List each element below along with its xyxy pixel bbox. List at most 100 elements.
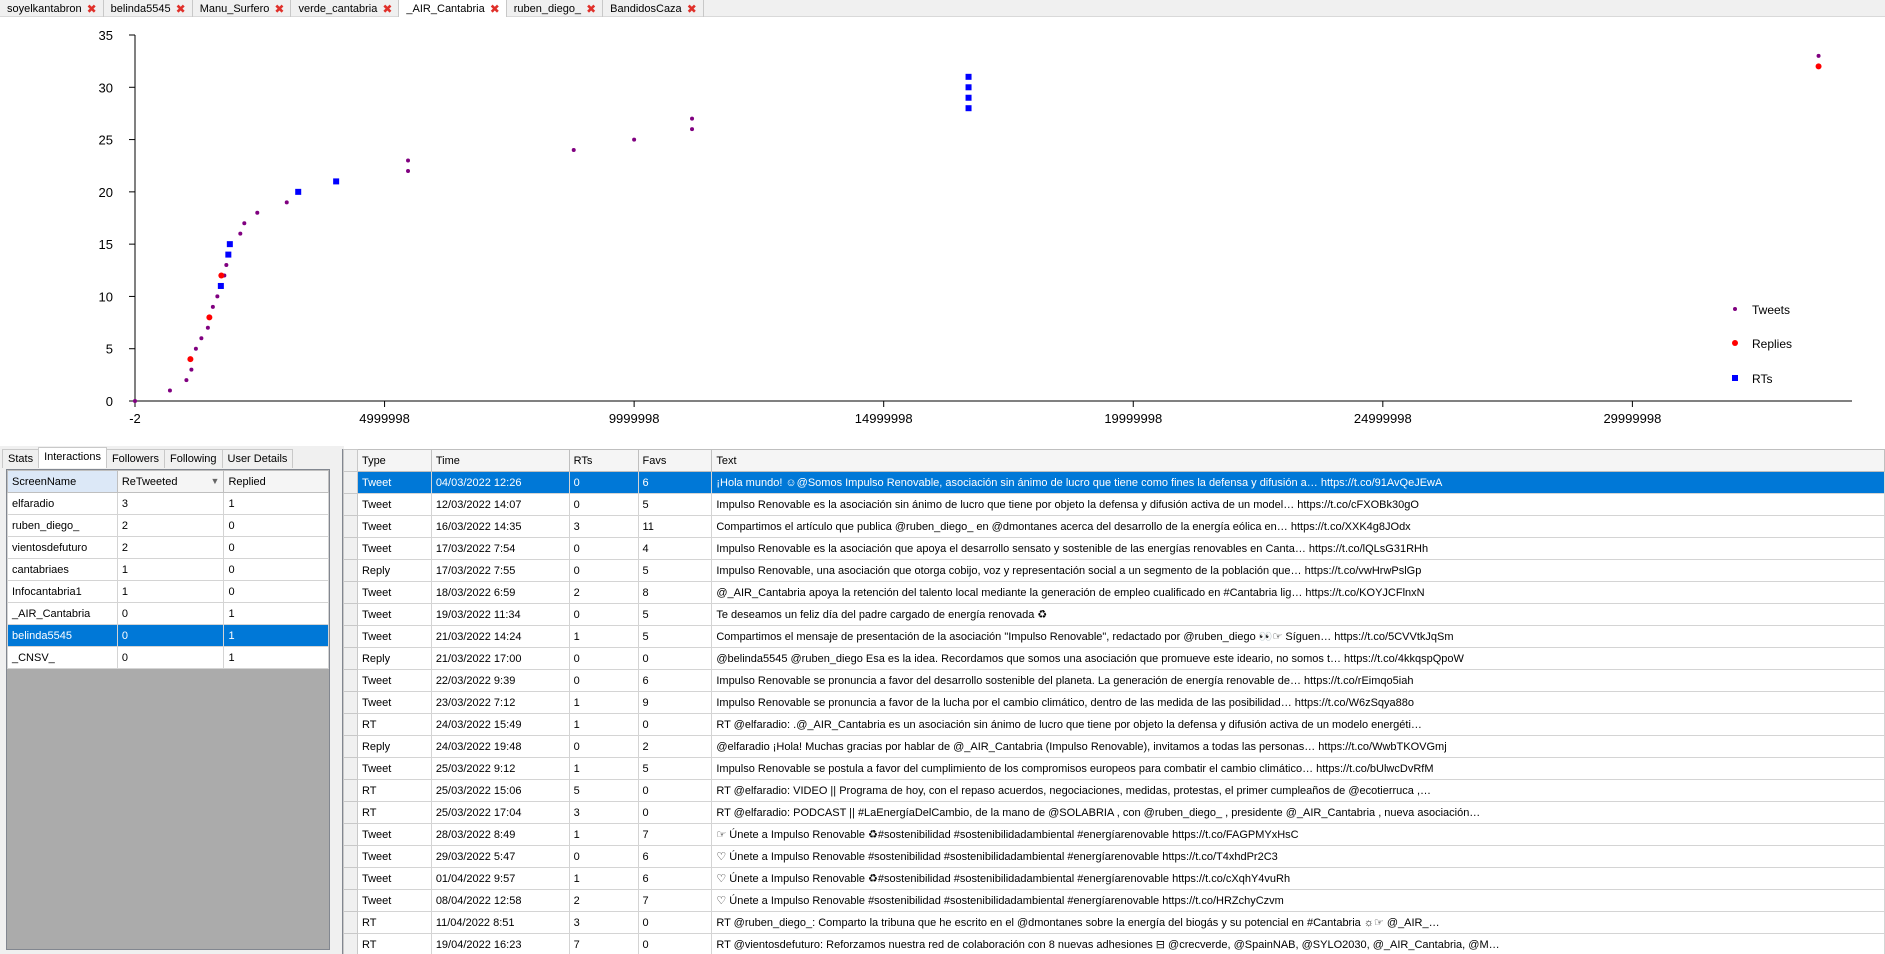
row-header[interactable] [343,779,358,802]
close-icon[interactable]: ✖ [586,3,596,15]
text-cell[interactable]: ♡ Únete a Impulso Renovable #sostenibili… [711,889,1885,912]
tweet-row[interactable]: Tweet 16/03/2022 14:35 3 11 Compartimos el a… [343,515,1885,538]
text-cell[interactable]: Impulso Renovable se pronuncia a favor d… [711,691,1885,714]
screenname-cell[interactable]: _AIR_Cantabria [7,602,118,625]
text-cell[interactable]: ♡ Únete a Impulso Renovable ♻#sostenibil… [711,867,1885,890]
column-header-time[interactable]: Time [430,449,570,472]
column-header-favs[interactable]: Favs [637,449,713,472]
text-cell[interactable]: @elfaradio ¡Hola! Muchas gracias por hab… [711,735,1885,758]
favs-cell[interactable]: 6 [637,845,713,868]
screenname-cell[interactable]: Infocantabria1 [7,580,118,603]
tweet-row[interactable]: Tweet 28/03/2022 8:49 1 7 ☞ Únete a Impulso … [343,823,1885,846]
text-cell[interactable]: Compartimos el artículo que publica @rub… [711,515,1885,538]
type-cell[interactable]: Tweet [356,669,432,692]
interaction-row[interactable]: _CNSV_ 0 1 [7,646,329,669]
text-cell[interactable]: Impulso Renovable es la asociación que a… [711,537,1885,560]
rts-cell[interactable]: 3 [568,911,639,934]
rts-cell[interactable]: 1 [568,823,639,846]
close-icon[interactable]: ✖ [382,3,392,15]
favs-cell[interactable]: 9 [637,691,713,714]
tweet-row[interactable]: Tweet 25/03/2022 9:12 1 5 Impulso Renovable … [343,757,1885,780]
screenname-cell[interactable]: cantabriaes [7,558,118,581]
rts-cell[interactable]: 5 [568,779,639,802]
row-header[interactable] [343,801,358,824]
rts-cell[interactable]: 0 [568,735,639,758]
column-header-screenname[interactable]: ScreenName [7,470,118,493]
time-cell[interactable]: 16/03/2022 14:35 [430,515,570,538]
time-cell[interactable]: 01/04/2022 9:57 [430,867,570,890]
favs-cell[interactable]: 0 [637,801,713,824]
type-cell[interactable]: RT [356,933,432,954]
tweet-row[interactable]: Reply 24/03/2022 19:48 0 2 @elfaradio ¡Hola!… [343,735,1885,758]
row-header[interactable] [343,493,358,516]
tweet-row[interactable]: Tweet 21/03/2022 14:24 1 5 Compartimos el me… [343,625,1885,648]
screenname-cell[interactable]: ruben_diego_ [7,514,118,537]
row-header[interactable] [343,911,358,934]
time-cell[interactable]: 24/03/2022 19:48 [430,735,570,758]
time-cell[interactable]: 18/03/2022 6:59 [430,581,570,604]
favs-cell[interactable]: 2 [637,735,713,758]
text-cell[interactable]: Impulso Renovable se pronuncia a favor d… [711,669,1885,692]
account-tab[interactable]: Manu_Surfero ✖ [193,0,292,17]
time-cell[interactable]: 23/03/2022 7:12 [430,691,570,714]
favs-cell[interactable]: 5 [637,603,713,626]
column-header-text[interactable]: Text [711,449,1885,472]
account-tab[interactable]: soyelkantabron ✖ [0,0,104,17]
row-header-corner[interactable] [343,449,358,472]
row-header[interactable] [343,757,358,780]
rts-cell[interactable]: 3 [568,801,639,824]
retweeted-cell[interactable]: 0 [116,624,225,647]
favs-cell[interactable]: 8 [637,581,713,604]
type-cell[interactable]: Reply [356,647,432,670]
favs-cell[interactable]: 0 [637,647,713,670]
tweet-row[interactable]: Tweet 18/03/2022 6:59 2 8 @_AIR_Cantabria ap… [343,581,1885,604]
rts-cell[interactable]: 0 [568,647,639,670]
rts-cell[interactable]: 2 [568,889,639,912]
rts-cell[interactable]: 0 [568,603,639,626]
screenname-cell[interactable]: elfaradio [7,492,118,515]
time-cell[interactable]: 22/03/2022 9:39 [430,669,570,692]
row-header[interactable] [343,537,358,560]
text-cell[interactable]: RT @elfaradio: VIDEO || Programa de hoy,… [711,779,1885,802]
type-cell[interactable]: Tweet [356,757,432,780]
panel-tab-user-details[interactable]: User Details [221,449,294,468]
rts-cell[interactable]: 1 [568,625,639,648]
tweet-row[interactable]: Tweet 23/03/2022 7:12 1 9 Impulso Renovable … [343,691,1885,714]
tweet-row[interactable]: Tweet 17/03/2022 7:54 0 4 Impulso Renovable … [343,537,1885,560]
close-icon[interactable]: ✖ [87,3,97,15]
favs-cell[interactable]: 5 [637,625,713,648]
tweet-row[interactable]: Tweet 29/03/2022 5:47 0 6 ♡ Únete a Impulso … [343,845,1885,868]
type-cell[interactable]: RT [356,801,432,824]
account-tab[interactable]: _AIR_Cantabria ✖ [399,0,507,17]
screenname-cell[interactable]: belinda5545 [7,624,118,647]
favs-cell[interactable]: 6 [637,867,713,890]
tweet-row[interactable]: Tweet 22/03/2022 9:39 0 6 Impulso Renovable … [343,669,1885,692]
account-tab[interactable]: verde_cantabria ✖ [291,0,400,17]
row-header[interactable] [343,647,358,670]
type-cell[interactable]: Tweet [356,889,432,912]
screenname-cell[interactable]: vientosdefuturo [7,536,118,559]
text-cell[interactable]: RT @elfaradio: PODCAST || #LaEnergíaDelC… [711,801,1885,824]
rts-cell[interactable]: 3 [568,515,639,538]
favs-cell[interactable]: 5 [637,757,713,780]
screenname-cell[interactable]: _CNSV_ [7,646,118,669]
tweet-row[interactable]: RT 25/03/2022 15:06 5 0 RT @elfaradio: VIDEO… [343,779,1885,802]
time-cell[interactable]: 19/04/2022 16:23 [430,933,570,954]
row-header[interactable] [343,933,358,954]
interaction-row[interactable]: _AIR_Cantabria 0 1 [7,602,329,625]
panel-tab-stats[interactable]: Stats [2,449,40,468]
replied-cell[interactable]: 0 [223,536,329,559]
column-header-replied[interactable]: Replied [223,470,329,493]
column-header-retweeted[interactable]: ReTweeted ▼ [116,470,225,493]
row-header[interactable] [343,845,358,868]
favs-cell[interactable]: 0 [637,933,713,954]
retweeted-cell[interactable]: 1 [116,580,225,603]
rts-cell[interactable]: 0 [568,471,639,494]
text-cell[interactable]: RT @ruben_diego_: Comparto la tribuna qu… [711,911,1885,934]
type-cell[interactable]: Tweet [356,867,432,890]
tweet-row[interactable]: Tweet 12/03/2022 14:07 0 5 Impulso Renovable… [343,493,1885,516]
time-cell[interactable]: 12/03/2022 14:07 [430,493,570,516]
time-cell[interactable]: 28/03/2022 8:49 [430,823,570,846]
text-cell[interactable]: Te deseamos un feliz día del padre carga… [711,603,1885,626]
account-tab[interactable]: BandidosCaza ✖ [603,0,704,17]
